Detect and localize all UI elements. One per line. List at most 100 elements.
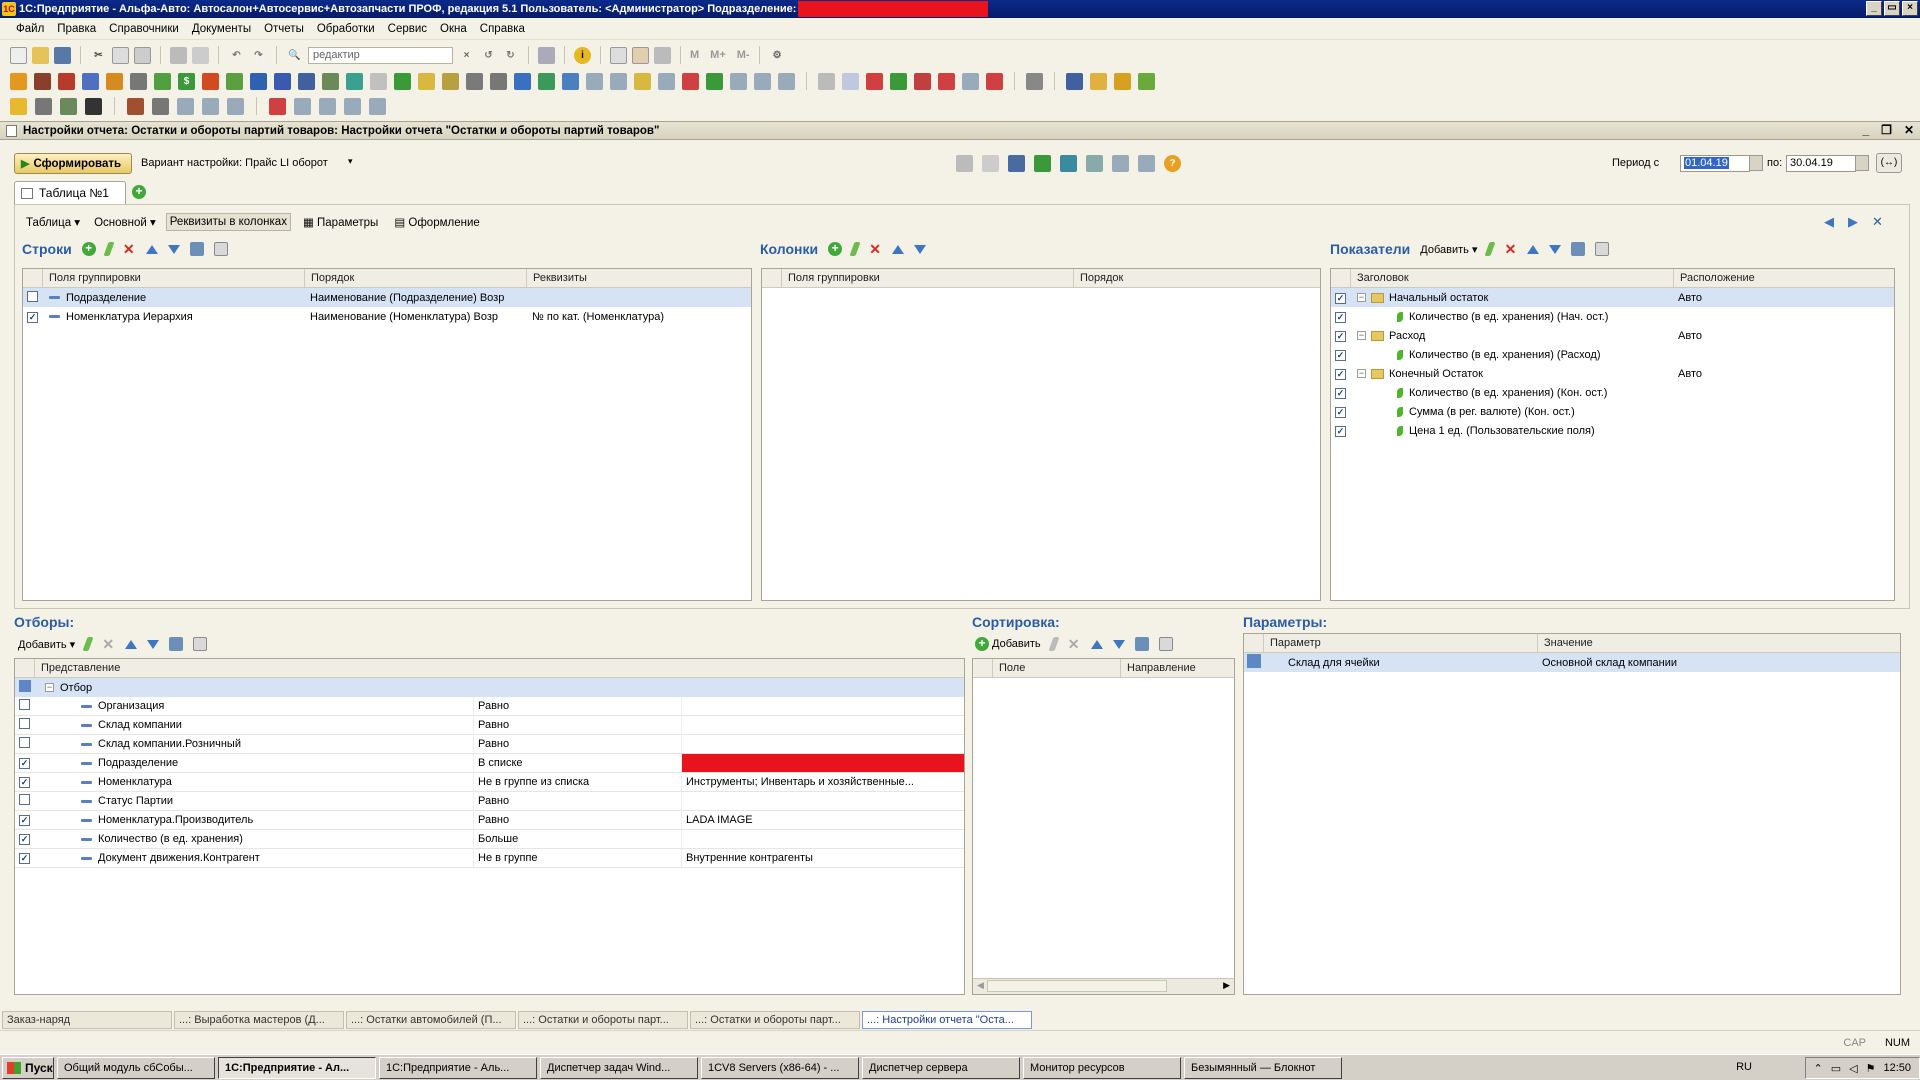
filter-checkbox[interactable]: ✓ <box>19 815 30 826</box>
announce-icon[interactable] <box>1026 72 1043 90</box>
doc-close-icon[interactable]: ✕ <box>1904 123 1914 137</box>
rows-move-up-icon[interactable] <box>145 244 158 254</box>
save-settings-icon[interactable] <box>1008 155 1025 172</box>
filter-value[interactable]: Инструменты; Инвентарь и хозяйственные..… <box>681 773 964 791</box>
filters-move-down-icon[interactable] <box>147 639 160 649</box>
filter-condition[interactable]: Больше <box>473 830 681 848</box>
menu-documents[interactable]: Документы <box>192 23 251 35</box>
doc-icon-12[interactable] <box>319 97 336 115</box>
columns-move-down-icon[interactable] <box>914 244 927 254</box>
start-button[interactable]: Пуск <box>2 1056 54 1079</box>
catalog-icon-10[interactable] <box>250 72 267 90</box>
taskbar-item[interactable]: Общий модуль сбСобы... <box>57 1056 215 1079</box>
catalog-icon-18[interactable] <box>442 72 459 90</box>
sort-move-up-icon[interactable] <box>1090 639 1103 649</box>
columns-move-up-icon[interactable] <box>892 244 905 254</box>
catalog-icon-17[interactable] <box>418 72 435 90</box>
cut-icon[interactable]: ✂ <box>90 47 107 64</box>
filters-add-button[interactable]: Добавить ▾ <box>18 638 75 651</box>
people-icon[interactable] <box>1114 72 1131 90</box>
window-title-bar[interactable]: 1С 1С:Предприятие - Альфа-Авто: Автосало… <box>0 0 1920 18</box>
filter-value[interactable]: Внутренние контрагенты <box>681 849 964 867</box>
period-select-button[interactable]: (↔) <box>1876 153 1902 173</box>
filter-value[interactable] <box>681 735 964 753</box>
catalog-icon-8[interactable] <box>202 72 219 90</box>
catalog-icon-9[interactable] <box>226 72 243 90</box>
catalog-icon-30[interactable] <box>730 72 747 90</box>
window-tab-active[interactable]: ...: Настройки отчета "Оста... <box>862 1011 1032 1029</box>
catalog-icon-1[interactable] <box>10 72 27 90</box>
volume-icon[interactable]: ◁ <box>1849 1062 1857 1075</box>
rows-move-down-icon[interactable] <box>167 244 180 254</box>
settings-icon[interactable] <box>956 155 973 172</box>
window-tab[interactable]: ...: Остатки и обороты парт... <box>690 1011 860 1029</box>
filter-value[interactable] <box>681 716 964 734</box>
help-icon[interactable]: ? <box>1164 155 1181 172</box>
tab-table-1[interactable]: Таблица №1 <box>14 181 126 204</box>
filter-checkbox[interactable] <box>19 737 30 748</box>
taskbar-item[interactable]: Монитор ресурсов <box>1023 1056 1181 1079</box>
filter-group-row[interactable]: − Отбор <box>15 678 964 697</box>
doc-icon-13[interactable] <box>344 97 361 115</box>
catalog-icon-21[interactable] <box>514 72 531 90</box>
language-indicator[interactable]: RU <box>1736 1061 1752 1073</box>
catalog-icon-40[interactable] <box>986 72 1003 90</box>
filter-condition[interactable]: Равно <box>473 697 681 715</box>
filter-value[interactable] <box>681 754 964 772</box>
filter-condition[interactable]: Не в группе <box>473 849 681 867</box>
tree-row[interactable]: ✓ − Расход Авто <box>1331 326 1894 345</box>
menu-processing[interactable]: Обработки <box>317 23 375 35</box>
catalog-icon-15[interactable] <box>370 72 387 90</box>
clear-search-icon[interactable]: × <box>458 47 475 64</box>
doc-icon-2[interactable] <box>35 97 52 115</box>
rows-delete-icon[interactable]: ✕ <box>122 242 136 256</box>
menu-help[interactable]: Справка <box>480 23 525 35</box>
catalog-icon-32[interactable] <box>778 72 795 90</box>
memory-button[interactable]: M <box>690 49 699 61</box>
find-prev-icon[interactable]: ↻ <box>502 47 519 64</box>
window-tab[interactable]: ...: Остатки автомобилей (П... <box>346 1011 516 1029</box>
taskbar-item-active[interactable]: 1С:Предприятие - Ал... <box>218 1056 376 1079</box>
catalog-icon-37[interactable] <box>914 72 931 90</box>
catalog-icon-19[interactable] <box>466 72 483 90</box>
catalog-icon-12[interactable] <box>298 72 315 90</box>
doc-icon-9[interactable] <box>227 97 244 115</box>
filter-condition[interactable]: Равно <box>473 811 681 829</box>
period-to-input[interactable]: 30.04.19 <box>1786 155 1856 172</box>
catalog-icon-28[interactable] <box>682 72 699 90</box>
favorite-icon[interactable] <box>1034 155 1051 172</box>
taskbar-item[interactable]: Диспетчер сервера <box>862 1056 1020 1079</box>
toolbar-search-input[interactable]: редактир <box>308 46 453 64</box>
catalog-icon-26[interactable] <box>634 72 651 90</box>
taskbar-item[interactable]: 1CV8 Servers (x86-64) - ... <box>701 1056 859 1079</box>
rows-copy-icon[interactable] <box>213 242 228 256</box>
doc-icon-14[interactable] <box>369 97 386 115</box>
subtab-attr-columns[interactable]: Реквизиты в колонках <box>165 213 291 231</box>
sort-group-icon[interactable] <box>1134 637 1149 651</box>
period-from-calendar-icon[interactable] <box>1749 155 1763 171</box>
memory-add-button[interactable]: M+ <box>710 49 726 61</box>
calendar-icon[interactable] <box>632 46 649 64</box>
filter-condition[interactable]: Равно <box>473 716 681 734</box>
windows-icon[interactable] <box>538 46 555 64</box>
doc-icon-6[interactable] <box>152 97 169 115</box>
open-folder-icon[interactable] <box>32 46 49 64</box>
catalog-icon-29[interactable] <box>706 72 723 90</box>
network-icon[interactable]: ▭ <box>1831 1062 1841 1075</box>
menu-reports[interactable]: Отчеты <box>264 23 304 35</box>
tree-row[interactable]: ✓ Сумма (в рег. валюте) (Кон. ост.) <box>1331 402 1894 421</box>
param-row[interactable]: Склад для ячейки Основной склад компании <box>1244 653 1900 672</box>
doc-restore-icon[interactable]: ❐ <box>1881 123 1892 137</box>
grid-icon[interactable] <box>1112 155 1129 172</box>
filter-checkbox[interactable] <box>19 699 30 710</box>
minimize-button[interactable]: _ <box>1866 1 1882 16</box>
rows-header-attrs[interactable]: Реквизиты <box>527 269 751 287</box>
filter-row[interactable]: ✓ Подразделение В списке <box>15 754 964 773</box>
indicators-copy-icon[interactable] <box>1595 242 1610 256</box>
filter-row[interactable]: ✓ Количество (в ед. хранения) Больше <box>15 830 964 849</box>
subtab-parameters[interactable]: ▦ Параметры <box>303 215 378 229</box>
filters-copy-icon[interactable] <box>193 637 208 651</box>
copy-icon[interactable] <box>112 46 129 64</box>
filter-row[interactable]: Склад компании Равно <box>15 716 964 735</box>
filter-row[interactable]: ✓ Номенклатура Не в группе из списка Инстру… <box>15 773 964 792</box>
